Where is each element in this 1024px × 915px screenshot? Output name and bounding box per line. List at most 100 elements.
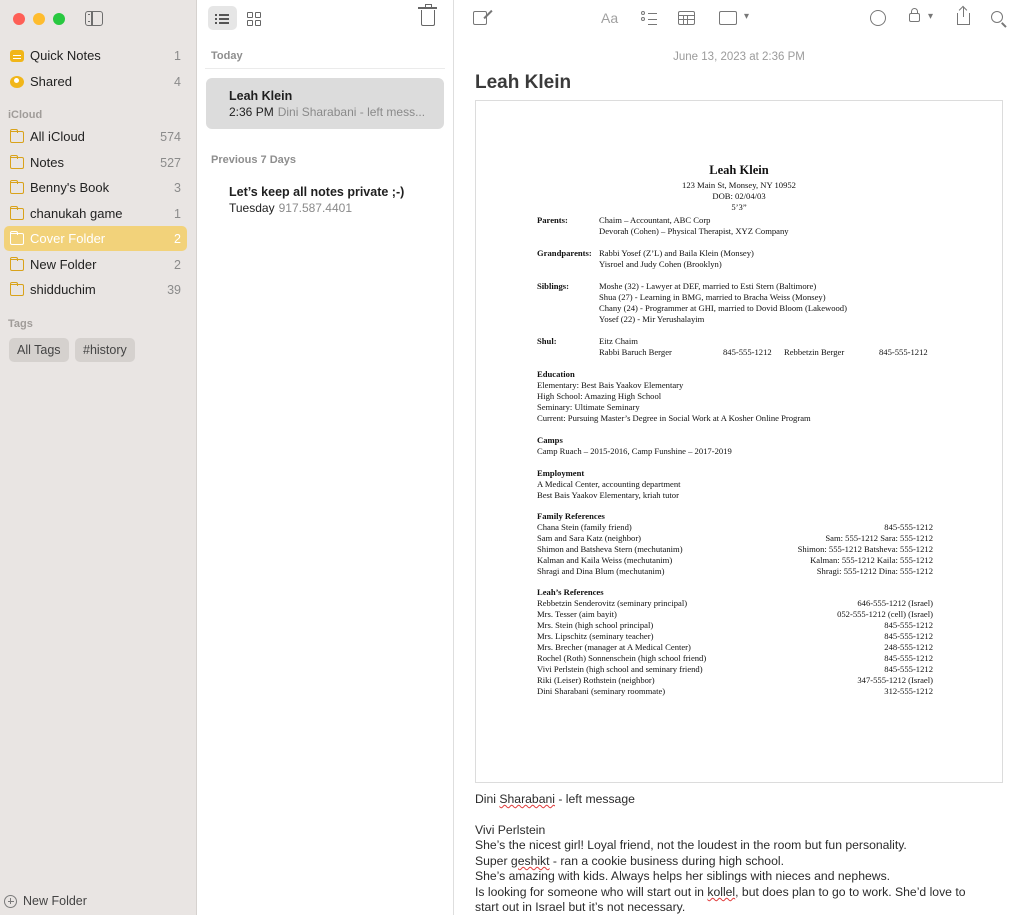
doc-rebbetzin-phone: 845-555-1212: [879, 347, 928, 357]
tag-history[interactable]: #history: [75, 338, 135, 362]
trash-icon[interactable]: [418, 4, 437, 26]
sidebar-section-icloud: iCloud: [8, 109, 43, 121]
doc-sibling: Yosef (22) - Mir Yerushalayim: [599, 314, 705, 324]
list-view-button[interactable]: [208, 6, 237, 30]
note-body-line[interactable]: Vivi Perlstein: [475, 823, 545, 839]
doc-ref-phone: 646-555-1212 (Israel): [857, 598, 933, 608]
folder-icon: [9, 230, 24, 245]
sidebar-item-count: 2: [174, 257, 181, 272]
sidebar-item-shared[interactable]: Shared 4: [4, 69, 187, 94]
sidebar-item-bennys-book[interactable]: Benny's Book 3: [4, 175, 187, 200]
doc-ref-phone: 845-555-1212: [884, 664, 933, 674]
sidebar-item-label: Shared: [30, 74, 72, 89]
chevron-down-icon[interactable]: ▾: [928, 11, 933, 22]
doc-address: 123 Main St, Monsey, NY 10952: [682, 180, 796, 190]
doc-siblings-label: Siblings:: [537, 281, 570, 291]
note-body-line[interactable]: She’s amazing with kids. Always helps he…: [475, 869, 890, 885]
doc-education: Current: Pursuing Master’s Degree in Soc…: [537, 413, 811, 423]
doc-ref-name: Shragi and Dina Blum (mechutanim): [537, 566, 665, 576]
sidebar-item-label: shidduchim: [30, 282, 96, 297]
sidebar-toggle-icon[interactable]: [85, 11, 103, 26]
minimize-window-button[interactable]: [33, 13, 45, 25]
sidebar-item-chanukah-game[interactable]: chanukah game 1: [4, 201, 187, 226]
doc-ref-name: Rochel (Roth) Sonnenschein (high school …: [537, 653, 707, 663]
sidebar-item-all-icloud[interactable]: All iCloud 574: [4, 124, 187, 149]
doc-parent: Chaim – Accountant, ABC Corp: [599, 215, 711, 225]
note-body-line[interactable]: Dini Sharabani - left message: [475, 792, 635, 808]
tag-all-tags[interactable]: All Tags: [9, 338, 69, 362]
lock-icon[interactable]: [909, 8, 920, 22]
note-date: June 13, 2023 at 2:36 PM: [673, 51, 805, 63]
doc-grandparent: Yisroel and Judy Cohen (Brooklyn): [599, 259, 722, 269]
sidebar-item-cover-folder[interactable]: Cover Folder 2: [4, 226, 187, 251]
folder-icon: [9, 179, 24, 194]
resume-attachment[interactable]: Leah Klein 123 Main St, Monsey, NY 10952…: [475, 100, 1003, 783]
note-body-line[interactable]: She’s the nicest girl! Loyal friend, not…: [475, 838, 907, 854]
new-folder-label: New Folder: [23, 894, 87, 908]
sidebar-item-notes[interactable]: Notes 527: [4, 150, 187, 175]
note-heading[interactable]: Leah Klein: [475, 72, 571, 94]
chevron-down-icon[interactable]: ▾: [744, 11, 749, 22]
table-icon[interactable]: [678, 11, 695, 25]
note-card-private[interactable]: Let’s keep all notes private ;-) Tuesday…: [206, 174, 444, 225]
collaborate-icon[interactable]: [870, 10, 886, 26]
doc-education: Elementary: Best Bais Yaakov Elementary: [537, 380, 684, 390]
search-icon[interactable]: [991, 11, 1003, 23]
sidebar-item-quick-notes[interactable]: Quick Notes 1: [4, 43, 187, 68]
text-run: Dini: [475, 792, 500, 806]
compose-icon[interactable]: [473, 11, 487, 25]
shared-icon: [10, 75, 24, 88]
sidebar-item-count: 527: [160, 155, 181, 170]
format-button[interactable]: Aa: [601, 10, 618, 26]
doc-shul-label: Shul:: [537, 336, 557, 346]
doc-ref-name: Riki (Leiser) Rothstein (neighbor): [537, 675, 655, 685]
doc-grandparents-label: Grandparents:: [537, 248, 592, 258]
note-list: Today Leah Klein 2:36 PM Dini Sharabani -…: [197, 0, 454, 915]
sidebar-item-label: All iCloud: [30, 129, 85, 144]
note-title: Leah Klein: [229, 89, 293, 103]
sidebar-item-label: New Folder: [30, 257, 97, 272]
doc-ref-phone: 312-555-1212: [884, 686, 933, 696]
note-body-line[interactable]: Super geshikt - ran a cookie business du…: [475, 854, 784, 870]
folder-icon: [9, 281, 24, 296]
doc-sibling: Chany (24) - Programmer at GHI, married …: [599, 303, 847, 313]
misspelled-word: geshikt: [510, 854, 550, 868]
list-section-today: Today: [211, 50, 243, 62]
doc-name: Leah Klein: [709, 163, 769, 177]
folder-icon: [9, 205, 24, 220]
doc-ref-name: Mrs. Brecher (manager at A Medical Cente…: [537, 642, 691, 652]
doc-ref-name: Vivi Perlstein (high school and seminary…: [537, 664, 703, 674]
list-section-previous-7-days: Previous 7 Days: [211, 154, 296, 166]
doc-dob: DOB: 02/04/03: [712, 191, 766, 201]
doc-ref-phone: 248-555-1212: [884, 642, 933, 652]
list-icon-line: [219, 14, 229, 16]
text-run: Super: [475, 854, 511, 868]
sidebar-item-new-folder[interactable]: New Folder 2: [4, 252, 187, 277]
doc-grandparent: Rabbi Yosef (Z’L) and Baila Klein (Monse…: [599, 248, 754, 258]
doc-ref-name: Dini Sharabani (seminary roommate): [537, 686, 666, 696]
text-run: - ran a cookie business during high scho…: [549, 854, 784, 868]
note-preview: 917.587.4401: [278, 201, 352, 215]
doc-ref-phone: 845-555-1212: [884, 653, 933, 663]
doc-employment: A Medical Center, accounting department: [537, 479, 681, 489]
note-time: 2:36 PM: [229, 105, 274, 119]
misspelled-word: kollel: [707, 885, 736, 899]
checklist-icon[interactable]: [641, 10, 657, 26]
doc-ref-name: Sam and Sara Katz (neighbor): [537, 533, 642, 543]
zoom-window-button[interactable]: [53, 13, 65, 25]
sidebar-item-shidduchim[interactable]: shidduchim 39: [4, 277, 187, 302]
close-window-button[interactable]: [13, 13, 25, 25]
plus-circle-icon: [4, 894, 17, 908]
doc-ref-phone: Shimon: 555-1212 Batsheva: 555-1212: [797, 544, 933, 554]
doc-education-label: Education: [537, 369, 575, 379]
note-card-leah-klein[interactable]: Leah Klein 2:36 PM Dini Sharabani - left …: [206, 78, 444, 129]
note-body-line[interactable]: Is looking for someone who will start ou…: [475, 885, 966, 901]
new-folder-button[interactable]: New Folder: [4, 894, 87, 908]
share-icon[interactable]: [957, 7, 970, 25]
gallery-view-icon[interactable]: [247, 12, 261, 26]
doc-ref-name: Mrs. Stein (high school principal): [537, 620, 654, 630]
sidebar-item-count: 39: [167, 282, 181, 297]
media-icon[interactable]: [719, 11, 737, 25]
note-body-line[interactable]: start out in Israel but it’s not necessa…: [475, 900, 685, 915]
sidebar-item-label: Benny's Book: [30, 180, 110, 195]
